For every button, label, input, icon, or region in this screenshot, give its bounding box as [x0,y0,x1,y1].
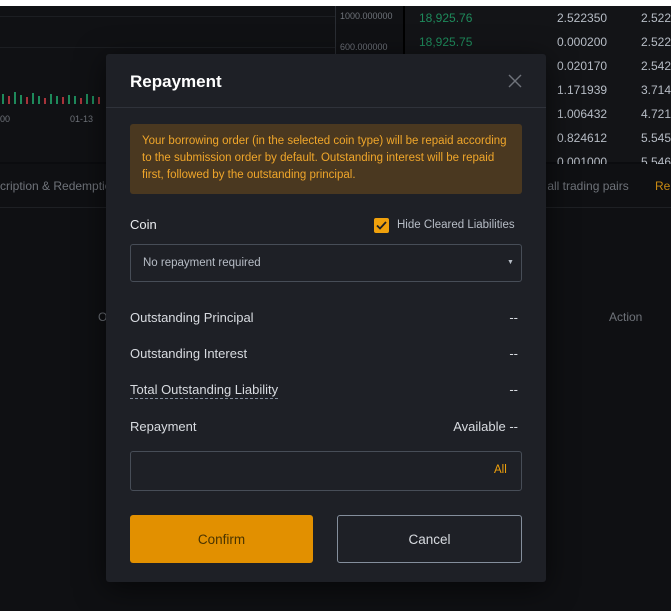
repayment-notice: Your borrowing order (in the selected co… [130,124,522,194]
hide-cleared-label: Hide Cleared Liabilities [397,219,515,231]
outstanding-principal-row: Outstanding Principal -- [130,310,522,330]
volume-bar [50,94,52,104]
volume-bar [44,98,46,104]
chart-gridline [0,16,335,17]
action-column-header: Action [609,310,643,324]
tab-subscription-redemption[interactable]: cription & Redemptio [0,179,111,193]
modal-title: Repayment [130,72,222,91]
total-liability-label[interactable]: Total Outstanding Liability [130,382,279,399]
order-book-row[interactable]: 18,925.75 0.000200 2.522 [405,30,671,54]
volume-bar [68,95,70,104]
volume-bar [98,97,100,104]
hide-cleared-liabilities-toggle[interactable]: Hide Cleared Liabilities [374,217,515,233]
order-amount: 2.522350 [557,11,608,25]
total-liability-value: -- [509,382,518,397]
order-amount: 0.020170 [557,59,608,73]
outstanding-principal-label: Outstanding Principal [130,310,254,325]
volume-bar [74,96,76,104]
order-total: 4.721 [641,107,671,121]
volume-bar [62,97,64,104]
order-total: 3.714 [641,83,671,97]
volume-bar [80,98,82,104]
accent-link[interactable]: Re [655,179,670,193]
order-amount: 1.006432 [557,107,608,121]
chart-y-tick: 600.000000 [340,42,388,52]
volume-bar [56,96,58,104]
outstanding-interest-row: Outstanding Interest -- [130,346,522,366]
repayment-modal: Repayment Your borrowing order (in the s… [106,54,546,582]
volume-bar [32,93,34,104]
outstanding-interest-value: -- [509,346,518,361]
notice-text: Your borrowing order (in the selected co… [142,135,507,181]
outstanding-interest-label: Outstanding Interest [130,346,248,361]
volume-bar [2,94,4,104]
volume-bar [20,95,22,104]
check-icon [376,220,387,230]
repayment-row: Repayment Available -- [130,419,522,439]
coin-label: Coin [130,217,157,232]
hide-cleared-checkbox[interactable] [374,217,389,233]
order-total: 2.522 [641,11,671,25]
modal-header: Repayment [106,54,546,108]
caret-down-icon: ▼ [507,259,514,266]
repayment-label: Repayment [130,419,197,434]
order-amount: 0.824612 [557,131,608,145]
available-balance: Available -- [453,419,518,434]
chart-gridline [0,47,335,48]
order-total: 5.545 [641,131,671,145]
order-total: 2.522 [641,35,671,49]
repayment-amount-input[interactable] [141,461,471,481]
volume-bar [26,97,28,104]
order-amount: 0.000200 [557,35,608,49]
cancel-button[interactable]: Cancel [337,515,522,563]
confirm-button[interactable]: Confirm [130,515,313,563]
repay-all-button[interactable]: All [494,464,507,476]
volume-bar [86,94,88,104]
order-amount: 1.171939 [557,83,608,97]
order-total: 2.542 [641,59,671,73]
total-liability-row: Total Outstanding Liability -- [130,382,522,402]
volume-bar [8,96,10,104]
coin-select-value: No repayment required [143,257,261,269]
repayment-amount-field[interactable]: All [130,451,522,491]
volume-bar [14,92,16,104]
volume-bar [38,96,40,104]
outstanding-principal-value: -- [509,310,518,325]
volume-bar [92,96,94,104]
chart-x-tick: 01-13 [70,114,94,124]
order-book-row[interactable]: 18,925.76 2.522350 2.522 [405,6,671,30]
view-all-trading-pairs-link[interactable]: v all trading pairs [538,179,629,193]
close-icon[interactable] [506,72,524,90]
chart-x-tick: 00 [0,114,11,124]
order-price: 18,925.76 [419,11,473,25]
coin-select[interactable]: No repayment required ▼ [130,244,522,282]
order-price: 18,925.75 [419,35,473,49]
chart-y-tick: 1000.000000 [340,11,393,21]
